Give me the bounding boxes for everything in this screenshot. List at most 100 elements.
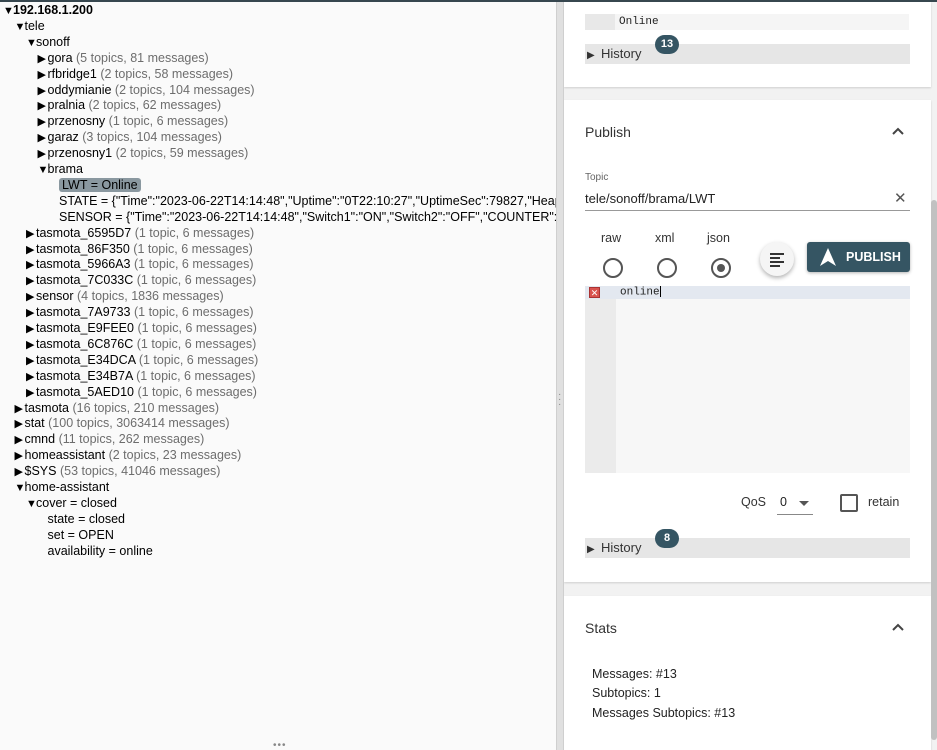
collapse-arrow-icon[interactable]: ▼ xyxy=(38,163,49,179)
tree-node[interactable]: ▼cover = closed xyxy=(26,496,117,512)
expand-arrow-icon[interactable]: ▶ xyxy=(26,306,36,322)
tree-node[interactable]: ▶ tasmota_E34DCA (1 topic, 6 messages) xyxy=(26,353,258,369)
tree-node-meta: (2 topics, 59 messages) xyxy=(115,146,249,161)
tree-node[interactable]: ▶ $SYS (53 topics, 41046 messages) xyxy=(15,464,221,480)
tree-node-meta: (1 topic, 6 messages) xyxy=(136,368,256,383)
tree-node-name: SENSOR = {"Time":"2023-06-22T14:14:48","… xyxy=(59,209,556,224)
expand-arrow-icon[interactable]: ▶ xyxy=(26,258,36,274)
expand-arrow-icon[interactable]: ▶ xyxy=(15,417,25,433)
publish-history-count-badge: 8 xyxy=(655,529,679,548)
expand-arrow-icon[interactable]: ▶ xyxy=(26,274,36,290)
collapse-arrow-icon[interactable]: ▼ xyxy=(15,481,26,497)
format-json-button[interactable] xyxy=(760,242,794,276)
stats-subtopics: Subtopics: 1 xyxy=(592,686,661,700)
tree-leaf[interactable]: SENSOR = {"Time":"2023-06-22T14:14:48","… xyxy=(59,210,556,226)
expand-arrow-icon[interactable]: ▶ xyxy=(15,433,25,449)
details-panel: Online ▶ History 13 Publish Topic ✕ raw x… xyxy=(564,2,937,750)
collapse-chevron-icon[interactable] xyxy=(891,124,905,138)
collapse-arrow-icon[interactable]: ▼ xyxy=(26,497,37,513)
publish-history-toggle[interactable]: ▶ History xyxy=(585,538,910,558)
tree-node[interactable]: ▶ stat (100 topics, 3063414 messages) xyxy=(15,416,230,432)
tree-node-meta: (1 topic, 6 messages) xyxy=(136,336,257,351)
tree-node-name: brama xyxy=(47,162,83,176)
expand-arrow-icon[interactable]: ▶ xyxy=(38,147,48,163)
tree-node[interactable]: ▶ tasmota (16 topics, 210 messages) xyxy=(15,401,220,417)
expand-arrow-icon[interactable]: ▶ xyxy=(26,386,36,402)
payload-editor[interactable]: ✕ online xyxy=(585,286,910,473)
collapse-arrow-icon[interactable]: ▼ xyxy=(15,20,26,36)
tree-node[interactable]: ▶ tasmota_86F350 (1 topic, 6 messages) xyxy=(26,242,253,258)
tree-node[interactable]: ▶ oddymianie (2 topics, 104 messages) xyxy=(38,83,255,99)
expand-arrow-icon[interactable]: ▶ xyxy=(15,402,25,418)
tree-node[interactable]: ▼home-assistant xyxy=(15,480,110,496)
tree-node[interactable]: ▶ gora (5 topics, 81 messages) xyxy=(38,51,209,67)
expand-arrow-icon[interactable]: ▶ xyxy=(26,370,36,386)
tree-node[interactable]: ▶ tasmota_E9FEE0 (1 topic, 6 messages) xyxy=(26,321,257,337)
tree-leaf[interactable]: STATE = {"Time":"2023-06-22T14:14:48","U… xyxy=(59,194,556,210)
tree-node[interactable]: ▶ cmnd (11 topics, 262 messages) xyxy=(15,432,205,448)
tree-node[interactable]: ▶ tasmota_5AED10 (1 topic, 6 messages) xyxy=(26,385,257,401)
tree-node-meta: (2 topics, 58 messages) xyxy=(100,66,234,81)
expand-arrow-icon[interactable]: ▶ xyxy=(38,68,48,84)
panel-scrollbar[interactable] xyxy=(931,200,937,740)
tree-node[interactable]: ▶ pralnia (2 topics, 62 messages) xyxy=(38,98,222,114)
tree-node[interactable]: ▶ tasmota_7C033C (1 topic, 6 messages) xyxy=(26,273,256,289)
tree-node[interactable]: ▶ przenosny1 (2 topics, 59 messages) xyxy=(38,146,249,162)
tree-node[interactable]: ▼tele xyxy=(15,19,45,35)
expand-arrow-icon[interactable]: ▶ xyxy=(38,99,48,115)
stats-messages-subtopics: Messages Subtopics: #13 xyxy=(592,706,736,720)
tree-node[interactable]: ▼sonoff xyxy=(26,35,70,51)
expand-arrow-icon[interactable]: ▶ xyxy=(38,52,48,68)
tree-node-meta: (53 topics, 41046 messages) xyxy=(59,464,221,479)
tree-node[interactable]: ▶ tasmota_6595D7 (1 topic, 6 messages) xyxy=(26,226,254,242)
tree-leaf[interactable]: LWT = Online xyxy=(59,177,141,194)
expand-arrow-icon[interactable]: ▶ xyxy=(26,322,36,338)
tree-node[interactable]: ▶ tasmota_5966A3 (1 topic, 6 messages) xyxy=(26,257,254,273)
format-xml-radio[interactable] xyxy=(657,258,677,278)
tree-leaf[interactable]: availability = online xyxy=(48,544,153,560)
retain-checkbox[interactable] xyxy=(840,494,858,512)
expand-arrow-icon[interactable]: ▶ xyxy=(38,131,48,147)
expand-arrow-icon[interactable]: ▶ xyxy=(26,243,36,259)
tree-node[interactable]: ▶ tasmota_6C876C (1 topic, 6 messages) xyxy=(26,337,256,353)
clear-topic-icon[interactable]: ✕ xyxy=(894,189,907,207)
tree-node-name: tasmota_86F350 xyxy=(36,241,130,256)
expand-arrow-icon[interactable]: ▶ xyxy=(26,290,36,306)
editor-code: online xyxy=(620,286,661,299)
pane-splitter[interactable]: · · · xyxy=(556,2,564,750)
collapse-arrow-icon[interactable]: ▼ xyxy=(3,4,14,20)
tree-node[interactable]: ▶ tasmota_E34B7A (1 topic, 6 messages) xyxy=(26,369,256,385)
format-json-radio[interactable] xyxy=(711,258,731,278)
expand-arrow-icon[interactable]: ▶ xyxy=(15,465,25,481)
tree-node[interactable]: ▼brama xyxy=(38,162,83,178)
tree-node[interactable]: ▼192.168.1.200 xyxy=(3,3,93,19)
tree-node[interactable]: ▶ sensor (4 topics, 1836 messages) xyxy=(26,289,224,305)
qos-select[interactable]: 0 xyxy=(777,492,813,515)
topic-input[interactable] xyxy=(585,188,895,208)
expand-arrow-icon[interactable]: ▶ xyxy=(38,84,48,100)
tree-node[interactable]: ▶ rfbridge1 (2 topics, 58 messages) xyxy=(38,67,234,83)
publish-button[interactable]: PUBLISH xyxy=(807,242,910,272)
tree-leaf[interactable]: set = OPEN xyxy=(48,528,114,544)
tree-node[interactable]: ▶ garaz (3 topics, 104 messages) xyxy=(38,130,222,146)
tree-node-meta: (100 topics, 3063414 messages) xyxy=(48,416,230,431)
tree-node[interactable]: ▶ homeassistant (2 topics, 23 messages) xyxy=(15,448,242,464)
tree-node-name: oddymianie xyxy=(47,82,112,97)
resize-grip-icon[interactable]: ••• xyxy=(273,741,287,750)
tree-node[interactable]: ▶ przenosny (1 topic, 6 messages) xyxy=(38,114,229,130)
format-raw-radio[interactable] xyxy=(603,258,623,278)
collapse-chevron-icon[interactable] xyxy=(891,620,905,634)
expand-arrow-icon[interactable]: ▶ xyxy=(26,227,36,243)
value-history-toggle[interactable]: ▶ History xyxy=(585,44,910,64)
expand-arrow-icon[interactable]: ▶ xyxy=(38,115,48,131)
expand-arrow-icon[interactable]: ▶ xyxy=(26,338,36,354)
tree-node-name: LWT = Online xyxy=(59,177,141,192)
tree-node[interactable]: ▶ tasmota_7A9733 (1 topic, 6 messages) xyxy=(26,305,254,321)
tree-node-meta: (2 topics, 62 messages) xyxy=(88,98,222,113)
expand-arrow-icon[interactable]: ▶ xyxy=(26,354,36,370)
tree-node-meta: (1 topic, 6 messages) xyxy=(133,241,253,256)
expand-arrow-icon[interactable]: ▶ xyxy=(15,449,25,465)
collapse-arrow-icon[interactable]: ▼ xyxy=(26,36,37,52)
tree-leaf[interactable]: state = closed xyxy=(48,512,125,528)
tree-node-meta: (2 topics, 23 messages) xyxy=(108,448,242,463)
